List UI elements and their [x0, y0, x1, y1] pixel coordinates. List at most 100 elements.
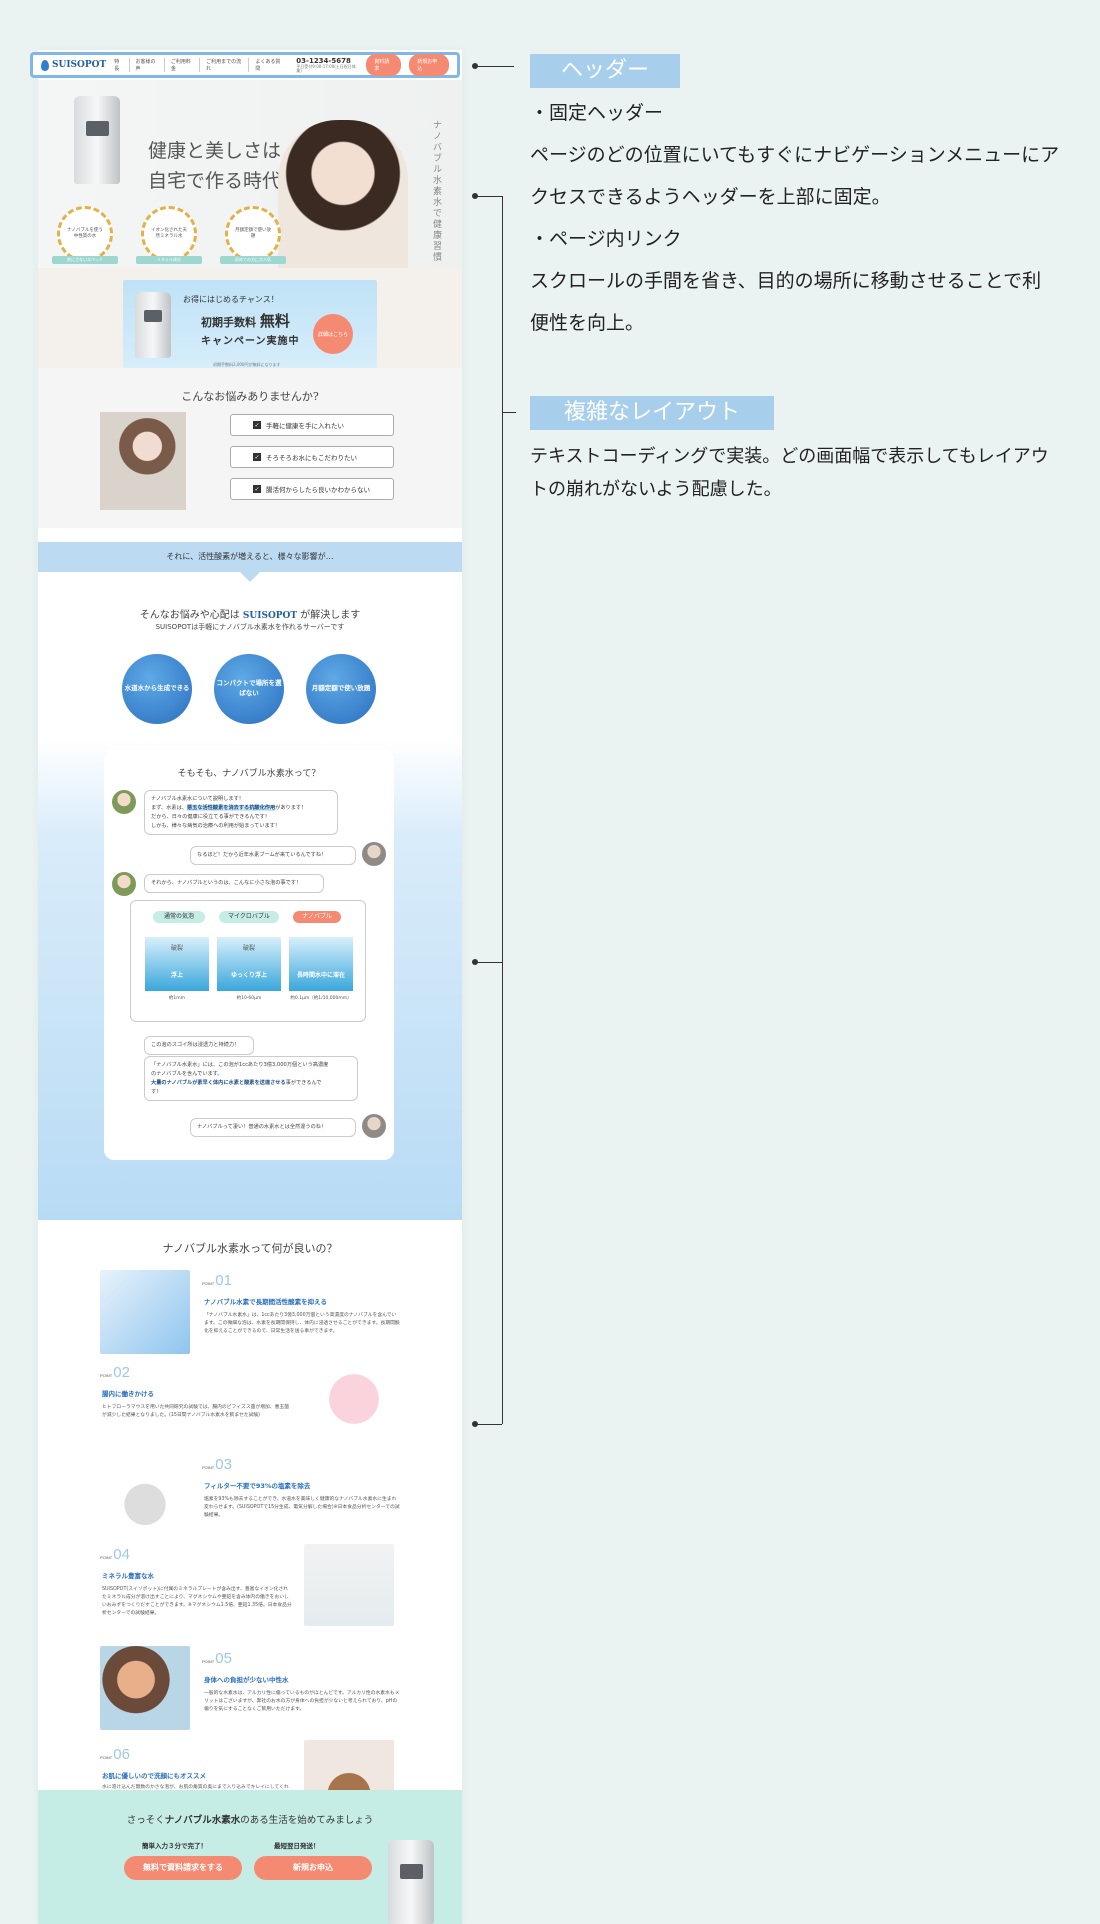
- nav-item-pricing[interactable]: ご利用料金: [171, 58, 201, 72]
- cta-subtext-2: 最短翌日発送！: [274, 1842, 320, 1850]
- point-number: POINT03: [202, 1456, 232, 1473]
- nav-item-voices[interactable]: お客様の声: [136, 58, 165, 72]
- hero-badge-1: ナノバブルを使う中性質の水 他にさないスペック: [48, 206, 122, 266]
- nano-chat-card: そもそも、ナノバブル水素水って？ ナノバブル水素水について説明します！ まず、水…: [104, 750, 394, 1160]
- campaign-headline: 初期手数料 無料: [201, 312, 290, 330]
- bubble-size: 約10-60μm: [236, 996, 262, 1001]
- point-image: [100, 1270, 190, 1354]
- worry-item: ✓ 手軽に健康を手に入れたい: [230, 414, 394, 436]
- bubble-comparison: 通常の気泡 マイクロバブル ナノバブル 破裂 浮上 破裂 ゆっくり浮上 長時間水中に…: [130, 900, 366, 1022]
- worries-band: それに、活性酸素が増えると、様々な影響が…: [38, 542, 462, 582]
- header-connector-line: [476, 66, 514, 67]
- point-body: SUISOPOT(スイソポット)に付属のミネラルプレートが含み出す、豊富なイオン…: [102, 1587, 292, 1617]
- annotation-text-layout: テキストコーディングで実装。どの画面幅で表示してもレイアウトの崩れがないよう配慮…: [530, 446, 1049, 500]
- nav-item-flow[interactable]: ご利用までの流れ: [206, 58, 250, 72]
- point-image: [314, 1362, 394, 1436]
- annotation-label-layout: 複雑なレイアウト: [530, 396, 774, 430]
- solve-subheadline: SUISOPOTは手軽にナノバブル水素水を作れるサーバーです: [155, 623, 345, 631]
- feature-circle: 月額定額で使い放題: [306, 654, 376, 724]
- point-heading: お肌に優しいので洗顔にもオススメ: [102, 1772, 206, 1780]
- connector-dot: [472, 63, 478, 69]
- campaign-lead: お得にはじめるチャンス！: [183, 295, 279, 304]
- cta-docs-button[interactable]: 無料で資料請求をする: [124, 1856, 242, 1880]
- point-number: POINT05: [202, 1650, 232, 1667]
- bubble-tile: 破裂 浮上: [145, 937, 209, 991]
- point-number: POINT01: [202, 1272, 232, 1289]
- connector-dot: [472, 193, 478, 199]
- point-number: POINT04: [100, 1546, 130, 1563]
- feature-circle: コンパクトで場所を選ばない: [214, 654, 284, 724]
- hero-vertical-text: ナノバブル水素水で健康習慣: [431, 120, 441, 263]
- worried-woman-photo: [100, 412, 186, 510]
- points-title: ナノバブル水素水って何が良いの？: [162, 1242, 338, 1255]
- water-server-image: [74, 96, 120, 184]
- campaign-subheadline: キャンペーン実施中: [201, 336, 300, 347]
- point-image: [100, 1646, 190, 1730]
- water-server-image: [135, 292, 171, 358]
- worry-item: ✓ そろそろお水にもこだわりたい: [230, 446, 394, 468]
- feature-circle: 水道水から生成できる: [122, 654, 192, 724]
- point-image: [304, 1544, 394, 1626]
- header-tel[interactable]: 03-1234-5678 平日受付9:00-17:00(土日祝日休業): [296, 57, 358, 73]
- bubble-tile: 破裂 ゆっくり浮上: [217, 937, 281, 991]
- lp-page-mockup: 健康と美しさは 自宅で作る時代 ナノバブル水素水で健康習慣 ナノバブルを使う中性…: [38, 50, 462, 1924]
- annotation-label-header: ヘッダー: [530, 54, 680, 88]
- nav-item-features[interactable]: 特長: [114, 58, 130, 72]
- avatar: [112, 790, 136, 814]
- connector-dot: [472, 959, 478, 965]
- cta-subtext-1: 簡単入力３分で完了！: [142, 1842, 207, 1850]
- bubble-size: 約0.1μm（約1/10,000mm）: [290, 996, 352, 1001]
- chat-bubble: ナノバブルって凄い！普通の水素水とは全然違うのね！: [190, 1118, 356, 1137]
- campaign-detail-button[interactable]: 詳細はこちら: [313, 314, 353, 354]
- annotation-text-header: ・固定ヘッダー ページのどの位置にいてもすぐにナビゲーションメニューにアクセスで…: [530, 102, 1060, 334]
- bracket-tick: [476, 196, 502, 197]
- point-body: 「ナノバブル水素水」は、1ccあたり3億3,000万個という高濃度のナノバブルを…: [204, 1313, 400, 1335]
- point-number: POINT06: [100, 1746, 130, 1763]
- campaign-section: お得にはじめるチャンス！ 初期手数料 無料 キャンペーン実施中 詳細はこちら 初…: [38, 268, 462, 372]
- point-heading: フィルター不要で93%の塩素を除去: [204, 1482, 311, 1490]
- worries-title: こんなお悩みありませんか?: [181, 390, 319, 403]
- chat-bubble: この泡のスゴイ所は浸透力と持続力！: [144, 1036, 254, 1055]
- bracket-tick: [476, 962, 502, 963]
- chat-bubble: なるほど！だから近年水素ブームが来ているんですね！: [190, 846, 356, 865]
- pill-micro: マイクロバブル: [219, 911, 279, 923]
- avatar: [362, 1114, 386, 1138]
- hero-badge-3: 月額定額で使い放題 初めての方に大人気: [216, 206, 290, 266]
- nano-title: そもそも、ナノバブル水素水って？: [177, 769, 321, 779]
- cta-apply-button[interactable]: 新規お申込: [254, 1856, 372, 1880]
- solve-headline: そんなお悩みや心配は SUISOPOT が解決します: [139, 610, 361, 621]
- connector-dot: [472, 1421, 478, 1427]
- pill-normal: 通常の気泡: [153, 911, 205, 923]
- site-logo[interactable]: SUISOPOT: [41, 59, 106, 71]
- worry-item: ✓ 腸活何からしたら良いかわからない: [230, 478, 394, 500]
- point-image: [100, 1454, 190, 1538]
- hero-badge-2: イオン化された天然ミネラル水 ミネラル成分: [132, 206, 206, 266]
- avatar: [362, 842, 386, 866]
- layout-bracket-line: [502, 196, 503, 1424]
- campaign-banner[interactable]: お得にはじめるチャンス！ 初期手数料 無料 キャンペーン実施中 詳細はこちら 初…: [123, 280, 377, 372]
- chat-bubble: 「ナノバブル水素水」には、この泡が1ccあたり3億3,000万個という高濃度 の…: [144, 1056, 358, 1102]
- cta-title: さっそくナノバブル水素水のある生活を始めてみましょう: [126, 1815, 374, 1826]
- point-body: ヒトフローラマウスを用いた共同研究の試験では、腸内のビフィズス菌が増加、悪玉菌が…: [102, 1405, 289, 1419]
- water-server-image: [388, 1840, 434, 1924]
- pill-nano: ナノバブル: [293, 911, 341, 923]
- bracket-tick: [476, 1424, 502, 1425]
- site-header: SUISOPOT 特長 お客様の声 ご利用料金 ご利用までの流れ よくある質問 …: [30, 52, 460, 78]
- nav-item-faq[interactable]: よくある質問: [255, 58, 288, 72]
- point-heading: ミネラル豊富な水: [102, 1572, 154, 1580]
- point-body: 一般的な水素水は、アルカリ性に偏っているものがほとんどです。アルカリ性の水素水も…: [204, 1691, 400, 1713]
- point-heading: ナノバブル水素で長期間活性酸素を抑える: [204, 1298, 327, 1306]
- water-drop-icon: [41, 59, 49, 71]
- chat-bubble: それから、ナノバブルというのは、こんなに小さな泡の事です！: [144, 874, 324, 893]
- chat-bubble: ナノバブル水素水について説明します！ まず、水素は、悪玉な活性酸素を消去する抗酸…: [144, 790, 338, 836]
- header-nav: 特長 お客様の声 ご利用料金 ご利用までの流れ よくある質問: [114, 58, 288, 72]
- point-number: POINT02: [100, 1364, 130, 1381]
- bracket-pointer: [502, 412, 516, 413]
- hero-title: 健康と美しさは 自宅で作る時代: [148, 140, 282, 192]
- bubble-size: 約1mm: [168, 996, 186, 1001]
- header-apply-button[interactable]: 新規お申込: [409, 54, 449, 76]
- header-docs-button[interactable]: 資料請求: [366, 54, 402, 76]
- avatar: [112, 872, 136, 896]
- point-heading: 身体への負担が少ない中性水: [204, 1676, 289, 1684]
- worries-section: こんなお悩みありませんか? ✓ 手軽に健康を手に入れたい ✓ そろそろお水にもこだわ…: [38, 368, 462, 528]
